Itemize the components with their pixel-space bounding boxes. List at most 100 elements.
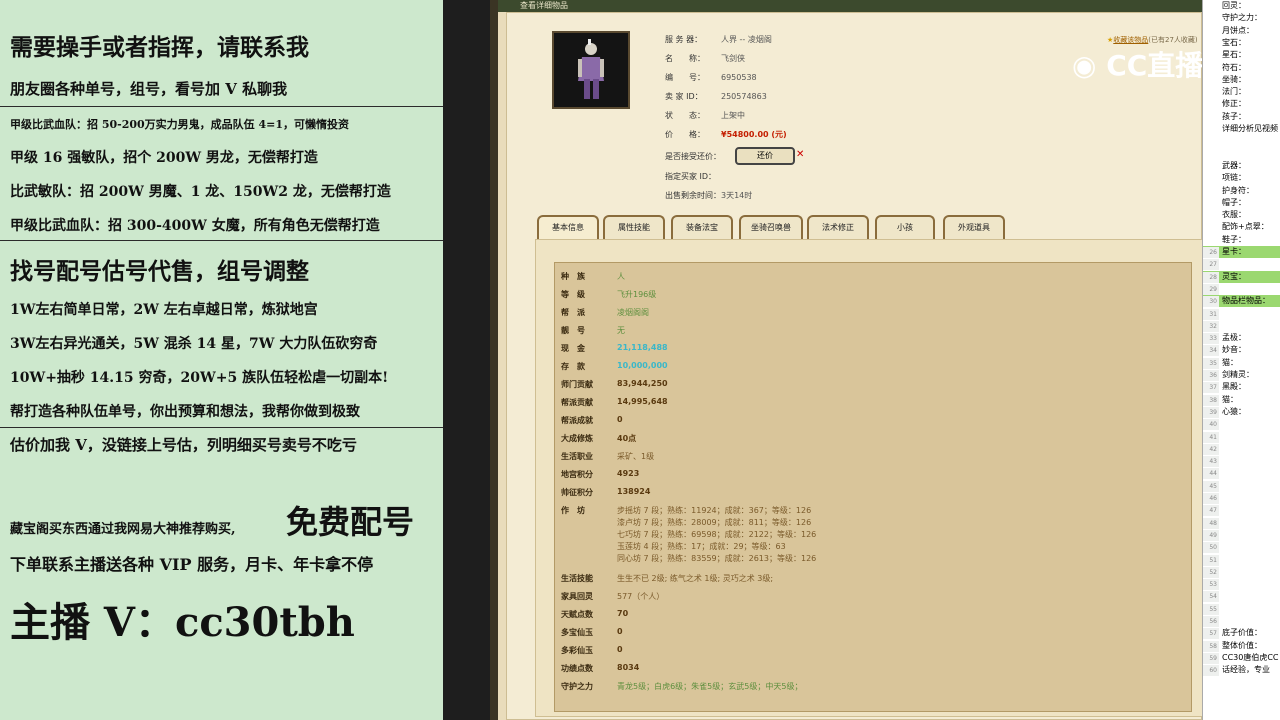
sheet-row[interactable]: 36 剑精灵： (1203, 369, 1280, 381)
sheet-row[interactable]: 49 (1203, 529, 1280, 541)
sheet-row[interactable]: 47 (1203, 504, 1280, 517)
info-price: 价 格： ¥54800.00 (元) (665, 130, 787, 139)
info-time-left: 出售剩余时间：3天14时 (665, 191, 753, 200)
sheet-row[interactable]: 32 (1203, 320, 1280, 332)
tab-basic[interactable]: 基本信息 (537, 215, 599, 239)
sheet-row[interactable]: 项链： (1203, 172, 1280, 184)
sheet-row[interactable]: 配饰+点翠： (1203, 221, 1280, 233)
tab-bar: 基本信息 属性技能 装备法宝 坐骑召唤兽 法术修正 小孩 外观道具 (537, 215, 1017, 239)
sheet-row[interactable]: 帽子： (1203, 197, 1280, 209)
sheet-row[interactable]: 29 (1203, 283, 1280, 295)
sheet-row[interactable]: 52 (1203, 566, 1280, 578)
ad-line: 需要操手或者指挥，请联系我 (10, 34, 309, 61)
sheet-row[interactable]: 回灵： (1203, 0, 1280, 12)
sheet-row[interactable]: 26 星卡： (1203, 246, 1280, 258)
row-number: 28 (1203, 271, 1219, 283)
tab-appearance[interactable]: 外观道具 (943, 215, 1005, 239)
sheet-row[interactable]: 31 (1203, 308, 1280, 320)
row-text (1219, 604, 1222, 613)
row-text: 帽子： (1222, 197, 1246, 207)
row-text: 底子价值： (1222, 628, 1262, 638)
row-text (1219, 456, 1222, 465)
sheet-row[interactable]: 34 妙音： (1203, 344, 1280, 357)
row-text: 剑精灵： (1222, 370, 1254, 379)
row-text: 心猿： (1222, 406, 1246, 416)
item-content: 服 务 器： 人界 -- 凌烟阁 名 称： 飞剑侠 编 号： 6950538 卖 家 … (506, 12, 1205, 720)
sheet-row[interactable]: 57 底子价值： (1203, 627, 1280, 640)
row-text: 整体价值： (1222, 640, 1262, 650)
sheet-row[interactable]: 40 (1203, 418, 1280, 431)
sheet-row[interactable]: 27 (1203, 258, 1280, 271)
sheet-row[interactable]: 30 物品栏物品： (1203, 295, 1280, 308)
sheet-row[interactable]: 星石： (1203, 49, 1280, 61)
sheet-row[interactable]: 守护之力： (1203, 12, 1280, 24)
offer-button[interactable]: 还价 (735, 147, 795, 165)
character-avatar (552, 31, 630, 109)
close-icon: ✕ (796, 149, 805, 160)
sheet-row[interactable]: 符石： (1203, 62, 1280, 74)
row-text (1219, 259, 1222, 268)
sheet-row[interactable]: 45 (1203, 480, 1280, 492)
tab-equipment[interactable]: 装备法宝 (671, 215, 733, 239)
divider (0, 427, 443, 428)
row-text: 物品栏物品： (1222, 296, 1270, 306)
sheet-row[interactable]: 48 (1203, 517, 1280, 529)
sheet-row[interactable]: 54 (1203, 590, 1280, 603)
sheet-row[interactable]: 33 孟极： (1203, 332, 1280, 345)
row-text (1219, 481, 1222, 490)
sheet-row[interactable]: 58 整体价值： (1203, 640, 1280, 652)
sheet-row[interactable]: 月饼点： (1203, 25, 1280, 37)
tab-mounts[interactable]: 坐骑召唤兽 (739, 215, 803, 239)
tab-spells[interactable]: 法术修正 (807, 215, 869, 239)
sheet-row[interactable]: 59 CC30唐伯虎CC (1203, 652, 1280, 664)
sheet-row[interactable]: 详细分析见视频 (1203, 123, 1280, 135)
sheet-row[interactable]: 武器： (1203, 160, 1280, 172)
row-text: 回灵： (1222, 1, 1246, 10)
sheet-row[interactable] (1203, 148, 1280, 160)
row-text: 宝石： (1222, 37, 1246, 47)
sheet-row[interactable]: 42 (1203, 443, 1280, 455)
tab-attributes[interactable]: 属性技能 (603, 215, 665, 239)
sheet-row[interactable]: 43 (1203, 455, 1280, 468)
sheet-row[interactable]: 41 (1203, 431, 1280, 443)
row-number: 60 (1203, 665, 1219, 677)
sheet-row[interactable]: 宝石： (1203, 37, 1280, 49)
sheet-row[interactable]: 50 (1203, 541, 1280, 554)
sheet-row[interactable]: 法门： (1203, 86, 1280, 98)
sheet-row[interactable]: 衣服： (1203, 209, 1280, 221)
row-text: 坐骑： (1222, 74, 1246, 84)
sheet-row[interactable]: 55 (1203, 603, 1280, 615)
sheet-row[interactable]: 60 话经验，专业 (1203, 664, 1280, 677)
sheet-row[interactable]: 46 (1203, 492, 1280, 504)
sheet-row[interactable]: 44 (1203, 467, 1280, 480)
sheet-row[interactable] (1203, 135, 1280, 147)
sheet-row[interactable]: 修正： (1203, 98, 1280, 110)
sheet-row[interactable]: 护身符： (1203, 185, 1280, 197)
sheet-row[interactable]: 56 (1203, 615, 1280, 627)
sheet-row[interactable]: 53 (1203, 578, 1280, 591)
row-text: CC30唐伯虎CC (1222, 652, 1279, 662)
row-text: 月饼点： (1222, 25, 1254, 35)
sheet-row[interactable]: 坐骑： (1203, 74, 1280, 86)
row-number: 30 (1203, 296, 1219, 308)
sheet-row[interactable]: 35 猫： (1203, 357, 1280, 369)
ad-line: 比武敏队：招 200W 男魔、1 龙、150W2 龙，无偿帮打造 (10, 184, 391, 200)
row-number: 49 (1203, 529, 1219, 541)
ad-line: 甲级 16 强敏队，招个 200W 男龙，无偿帮打造 (10, 150, 318, 166)
sheet-row[interactable]: 39 心猿： (1203, 406, 1280, 418)
row-text (1219, 579, 1222, 588)
collect-link[interactable]: 收藏该物品 (1113, 36, 1148, 44)
row-text: 护身符： (1222, 185, 1254, 195)
sheet-row[interactable]: 37 黑殿： (1203, 381, 1280, 394)
ad-line: 朋友圈各种单号，组号，看号加 V 私聊我 (10, 80, 288, 98)
tab-child[interactable]: 小孩 (875, 215, 935, 239)
sheet-row[interactable]: 28 灵宝： (1203, 270, 1280, 283)
sheet-row[interactable]: 38 猫： (1203, 394, 1280, 406)
sheet-row[interactable]: 鞋子： (1203, 234, 1280, 246)
sheet-row[interactable]: 51 (1203, 554, 1280, 566)
sheet-row[interactable]: 孩子： (1203, 111, 1280, 123)
ad-line: 下单联系主播送各种 VIP 服务，月卡、年卡拿不停 (10, 555, 374, 574)
row-text (1219, 309, 1222, 318)
ad-line: 3W左右异光通关，5W 混杀 14 星，7W 大力队伍砍穷奇 (10, 336, 378, 352)
row-text: 孩子： (1222, 111, 1246, 121)
